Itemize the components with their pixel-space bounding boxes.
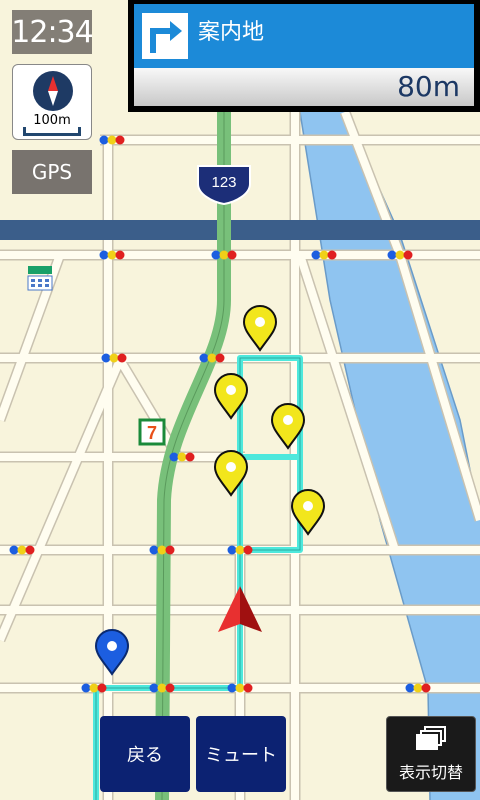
traffic-signal-icon (227, 683, 253, 693)
traffic-signal-icon (311, 250, 337, 260)
convenience-store-mark: 7 (147, 423, 157, 443)
convenience-store-icon[interactable]: 7 (138, 418, 166, 446)
building-icon (27, 266, 53, 291)
gps-button[interactable]: GPS (12, 150, 92, 194)
guidance-header: 案内地 (134, 4, 474, 68)
compass-scale-button[interactable]: 100m (12, 64, 92, 140)
traffic-signal-icon (387, 250, 413, 260)
scale-label: 100m (33, 113, 71, 128)
railway (0, 220, 480, 240)
scale-bar (23, 127, 81, 136)
traffic-signal-icon (211, 250, 237, 260)
traffic-signal-icon (99, 250, 125, 260)
traffic-signal-icon (99, 135, 125, 145)
guidance-distance: 80m (397, 70, 460, 103)
clock: 12:34 (11, 10, 94, 54)
turn-right-icon (140, 11, 190, 61)
traffic-signal-icon (81, 683, 107, 693)
switch-view-button[interactable]: 表示切替 (386, 716, 476, 792)
guidance-distance-bar: 80m (134, 68, 474, 106)
guidance-destination: 案内地 (198, 20, 265, 45)
traffic-signal-icon (101, 353, 127, 363)
compass-icon (33, 71, 73, 111)
switch-view-label: 表示切替 (398, 763, 463, 782)
layers-icon (416, 726, 446, 750)
guidance-panel: 案内地 80m (128, 0, 480, 112)
traffic-signal-icon (169, 452, 195, 462)
traffic-signal-icon (199, 353, 225, 363)
traffic-signal-icon (227, 545, 253, 555)
traffic-signal-icon (149, 545, 175, 555)
traffic-signal-icon (405, 683, 431, 693)
mute-button[interactable]: ミュート (196, 716, 286, 792)
back-button[interactable]: 戻る (100, 716, 190, 792)
traffic-signal-icon (9, 545, 35, 555)
route-shield-number: 123 (211, 174, 236, 191)
traffic-signal-icon (149, 683, 175, 693)
